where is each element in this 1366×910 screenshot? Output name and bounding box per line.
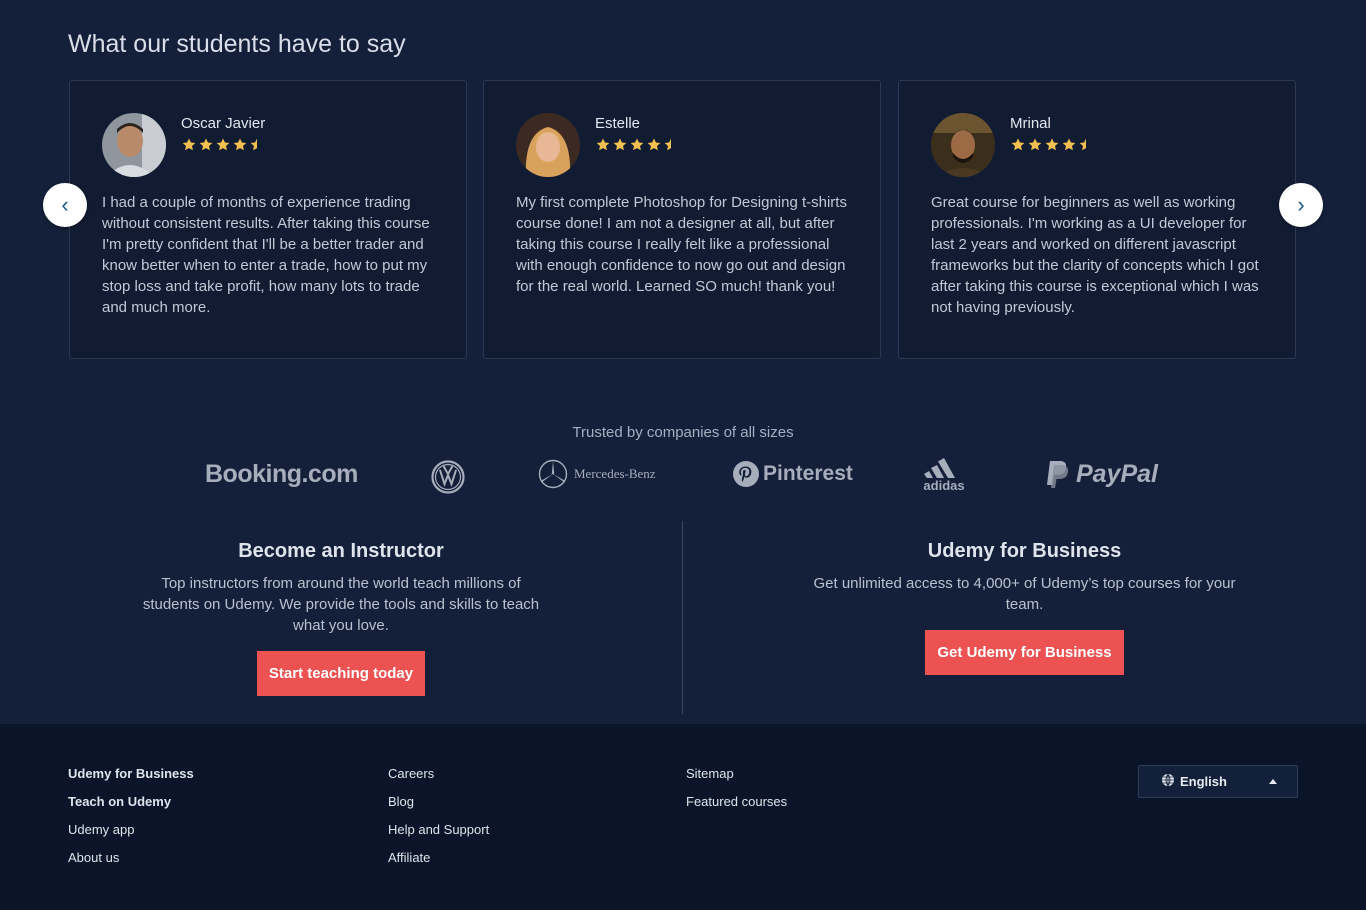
language-label: English — [1180, 774, 1227, 789]
testimonial-quote: My first complete Photoshop for Designin… — [516, 194, 847, 295]
footer-link-about-us[interactable]: About us — [68, 850, 194, 878]
get-udemy-business-button[interactable]: Get Udemy for Business — [925, 630, 1124, 675]
carousel-next-button[interactable]: › — [1279, 183, 1323, 227]
testimonial-carousel: Oscar Javier I had a couple of months of… — [69, 80, 1297, 359]
student-name: Mrinal — [1010, 115, 1051, 132]
footer: Udemy for Business Teach on Udemy Udemy … — [0, 724, 1366, 910]
avatar — [516, 113, 580, 177]
star-icon — [1061, 137, 1077, 153]
carousel-prev-button[interactable]: ‹ — [43, 183, 87, 227]
globe-icon — [1161, 773, 1175, 790]
footer-link-blog[interactable]: Blog — [388, 794, 489, 822]
star-icon — [198, 137, 214, 153]
footer-column-3: Sitemap Featured courses — [686, 766, 787, 822]
star-icon — [612, 137, 628, 153]
footer-link-careers[interactable]: Careers — [388, 766, 489, 794]
mercedes-logo: Mercedes-Benz — [538, 452, 656, 496]
student-name: Estelle — [595, 115, 641, 132]
footer-link-featured-courses[interactable]: Featured courses — [686, 794, 787, 822]
company-logos: Booking.com Mercedes-Benz Pinterest adid… — [0, 452, 1366, 500]
student-name: Oscar Javier — [181, 115, 266, 132]
mercedes-wordmark: Mercedes-Benz — [574, 466, 656, 481]
testimonial-quote: Great course for beginners as well as wo… — [931, 194, 1259, 316]
star-half-icon — [249, 137, 265, 153]
footer-link-affiliate[interactable]: Affiliate — [388, 850, 489, 878]
testimonial-quote: I had a couple of months of experience t… — [102, 194, 430, 316]
business-text: Get unlimited access to 4,000+ of Udemy’… — [813, 575, 1236, 613]
footer-column-1: Udemy for Business Teach on Udemy Udemy … — [68, 766, 194, 878]
testimonials-title: What our students have to say — [68, 30, 406, 58]
volkswagen-logo — [431, 452, 465, 496]
instructor-title: Become an Instructor — [238, 540, 444, 562]
language-selector[interactable]: English — [1138, 765, 1298, 798]
star-half-icon — [1078, 137, 1094, 153]
booking-logo: Booking.com — [205, 459, 358, 488]
rating-stars — [1010, 137, 1094, 153]
business-title: Udemy for Business — [927, 540, 1122, 562]
footer-link-udemy-for-business[interactable]: Udemy for Business — [68, 766, 194, 794]
paypal-wordmark: PayPal — [1076, 459, 1159, 488]
star-icon — [1010, 137, 1026, 153]
star-half-icon — [663, 137, 679, 153]
star-icon — [232, 137, 248, 153]
testimonial-card: Estelle My first complete Photoshop for … — [483, 80, 881, 359]
footer-link-udemy-app[interactable]: Udemy app — [68, 822, 194, 850]
trusted-title: Trusted by companies of all sizes — [572, 424, 794, 441]
star-icon — [1027, 137, 1043, 153]
instructor-text: Top instructors from around the world te… — [142, 575, 540, 634]
star-icon — [215, 137, 231, 153]
footer-column-2: Careers Blog Help and Support Affiliate — [388, 766, 489, 878]
star-icon — [1044, 137, 1060, 153]
star-icon — [181, 137, 197, 153]
adidas-wordmark: adidas — [923, 477, 965, 493]
become-instructor-section: Become an Instructor Top instructors fro… — [141, 540, 541, 696]
caret-up-icon — [1269, 779, 1277, 784]
footer-link-help-and-support[interactable]: Help and Support — [388, 822, 489, 850]
pinterest-logo: Pinterest — [732, 452, 853, 496]
pinterest-wordmark: Pinterest — [763, 462, 853, 485]
footer-link-sitemap[interactable]: Sitemap — [686, 766, 787, 794]
cta-divider — [682, 521, 683, 714]
testimonial-card: Mrinal Great course for beginners as wel… — [898, 80, 1296, 359]
testimonial-card: Oscar Javier I had a couple of months of… — [69, 80, 467, 359]
rating-stars — [595, 137, 679, 153]
rating-stars — [181, 137, 265, 153]
star-icon — [646, 137, 662, 153]
udemy-business-section: Udemy for Business Get unlimited access … — [812, 540, 1237, 675]
paypal-logo: PayPal — [1044, 452, 1158, 496]
start-teaching-button[interactable]: Start teaching today — [256, 651, 426, 696]
avatar — [102, 113, 166, 177]
avatar — [931, 113, 995, 177]
footer-link-teach-on-udemy[interactable]: Teach on Udemy — [68, 794, 194, 822]
star-icon — [629, 137, 645, 153]
star-icon — [595, 137, 611, 153]
adidas-logo: adidas — [921, 452, 967, 496]
